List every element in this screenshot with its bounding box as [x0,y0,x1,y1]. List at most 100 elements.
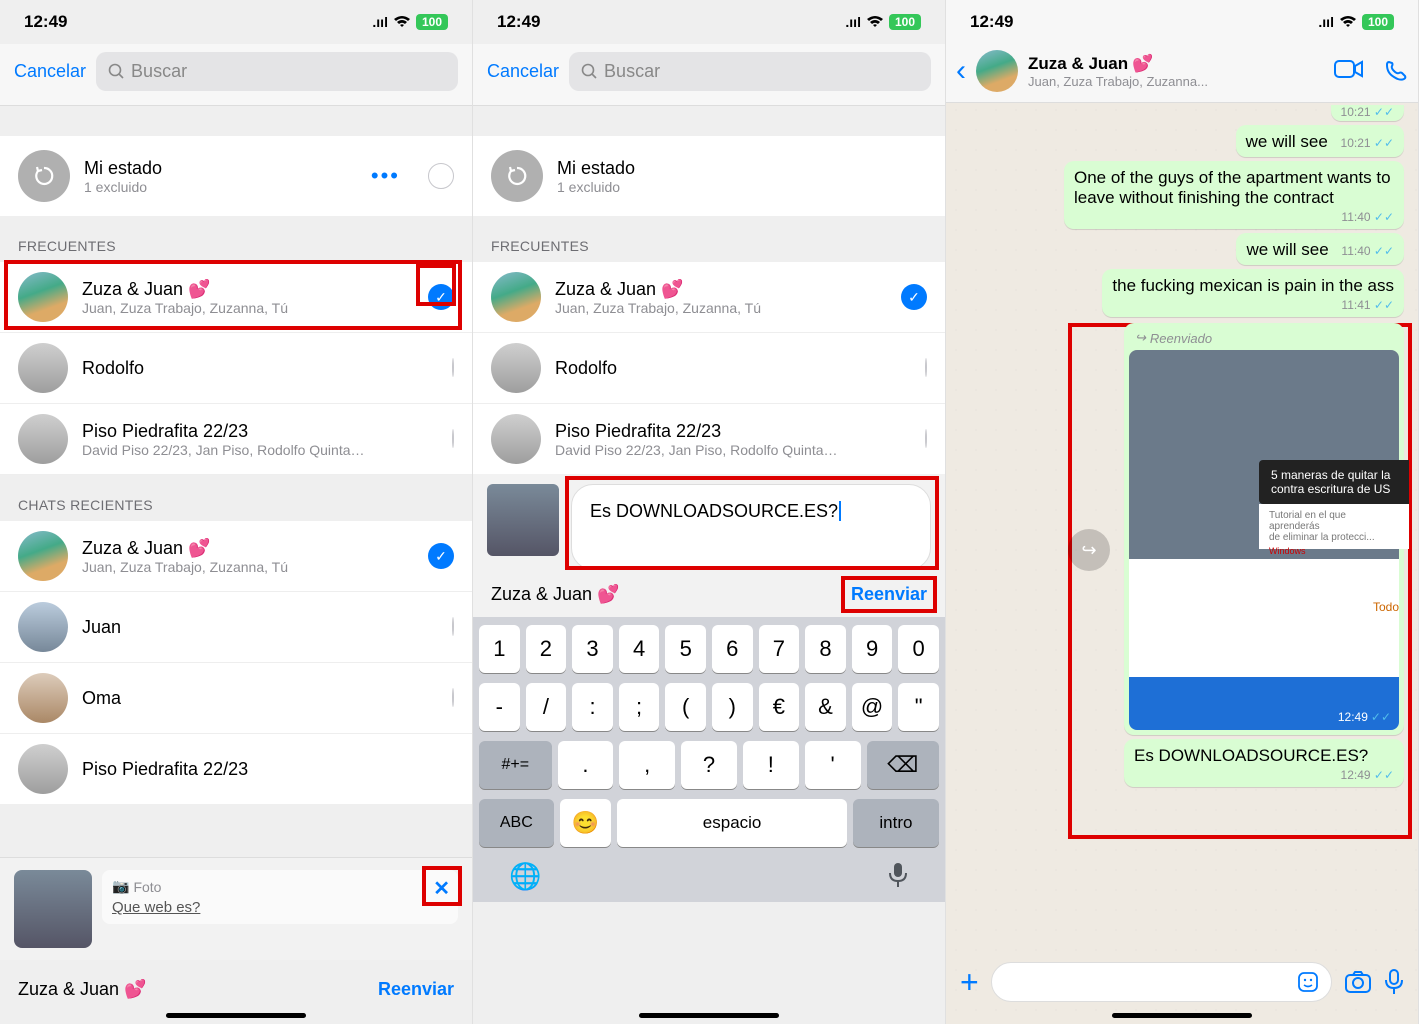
status-avatar-icon [491,150,543,202]
key[interactable]: 0 [898,625,939,673]
more-button[interactable]: ••• [371,163,400,189]
key-backspace[interactable]: ⌫ [867,741,940,789]
cancel-button[interactable]: Cancelar [487,61,559,82]
camera-button[interactable] [1344,970,1372,994]
contact-name: Zuza & Juan [82,279,183,300]
sticker-icon[interactable] [1297,971,1319,993]
select-ring[interactable] [452,358,454,377]
key[interactable]: 4 [619,625,660,673]
contact-row[interactable]: Zuza & Juan 💕 Juan, Zuza Trabajo, Zuzann… [0,521,472,592]
caption-thumbnail [487,484,559,556]
caption-input[interactable]: Es DOWNLOADSOURCE.ES? [571,484,931,570]
video-call-icon[interactable] [1334,59,1364,83]
contact-row[interactable]: Rodolfo [0,333,472,404]
message-cut: 10:21 ✓✓ [1331,105,1404,121]
contact-row[interactable]: Piso Piedrafita 22/23 David Piso 22/23, … [473,404,945,474]
home-indicator [166,1013,306,1018]
key[interactable]: - [479,683,520,731]
key[interactable]: / [526,683,567,731]
message-text: the fucking mexican is pain in the ass [1112,276,1394,296]
key[interactable]: ? [681,741,737,789]
key[interactable]: ( [665,683,706,731]
key-symbols[interactable]: #+= [479,741,552,789]
contact-row[interactable]: Zuza & Juan 💕 Juan, Zuza Trabajo, Zuzann… [473,262,945,333]
key[interactable]: 9 [852,625,893,673]
key[interactable]: ! [743,741,799,789]
key[interactable]: € [759,683,800,731]
key[interactable]: 6 [712,625,753,673]
close-reply-button[interactable]: ✕ [433,876,450,901]
key[interactable]: 3 [572,625,613,673]
message-bubble[interactable]: we will see 11:40 ✓✓ [1236,233,1404,265]
image-todo: Todo [1259,600,1409,614]
forward-button[interactable]: Reenviar [378,979,454,1000]
audio-call-icon[interactable] [1384,59,1408,83]
key-emoji[interactable]: 😊 [560,799,612,847]
select-ring[interactable] [452,617,454,636]
contact-name: Juan [82,617,121,638]
key[interactable]: : [572,683,613,731]
select-ring[interactable] [925,429,927,448]
select-ring[interactable] [925,358,927,377]
globe-icon[interactable]: 🌐 [509,861,541,892]
select-ring[interactable] [452,688,454,707]
attach-button[interactable]: + [960,964,979,1001]
mic-icon[interactable] [887,861,909,892]
key-enter[interactable]: intro [853,799,939,847]
forward-icon[interactable]: ↪ [1068,529,1110,571]
key[interactable]: 8 [805,625,846,673]
contact-row[interactable]: Zuza & Juan 💕 Juan, Zuza Trabajo, Zuzann… [0,262,472,333]
key[interactable]: ) [712,683,753,731]
select-ring[interactable] [428,163,454,189]
key[interactable]: @ [852,683,893,731]
my-status-row[interactable]: Mi estado 1 excluido ••• [0,136,472,216]
avatar[interactable] [976,50,1018,92]
message-bubble[interactable]: Es DOWNLOADSOURCE.ES? 12:49 ✓✓ [1124,739,1404,787]
key[interactable]: ' [805,741,861,789]
message-bubble[interactable]: the fucking mexican is pain in the ass 1… [1102,269,1404,317]
message-bubble[interactable]: One of the guys of the apartment wants t… [1064,161,1404,229]
forwarded-label: Reenviado [1150,331,1212,346]
contact-name: Rodolfo [82,358,144,379]
search-input[interactable]: Buscar [569,52,931,91]
key[interactable]: 7 [759,625,800,673]
search-header: Cancelar Buscar [0,44,472,106]
forward-caption-panel: 12:49 .ııl 100 Cancelar Buscar Mi estado… [473,0,946,1024]
contact-name: Zuza & Juan [82,538,183,559]
contact-row[interactable]: Piso Piedrafita 22/23 David Piso 22/23, … [0,404,472,475]
message-bubble[interactable]: we will see 10:21 ✓✓ [1236,125,1404,157]
avatar [491,414,541,464]
message-input[interactable] [991,962,1332,1002]
search-input[interactable]: Buscar [96,52,458,91]
forward-button[interactable]: Reenviar [851,584,927,604]
cancel-button[interactable]: Cancelar [14,61,86,82]
forwarded-image[interactable]: 5 maneras de quitar lacontra escritura d… [1129,350,1399,730]
key-abc[interactable]: ABC [479,799,554,847]
key[interactable]: 1 [479,625,520,673]
select-ring[interactable] [452,429,454,448]
image-subtitle: Tutorial en el que aprenderásde eliminar… [1259,504,1409,549]
key[interactable]: . [558,741,614,789]
key[interactable]: ; [619,683,660,731]
status-time: 12:49 [24,12,67,32]
my-status-row[interactable]: Mi estado 1 excluido [473,136,945,216]
contact-row[interactable]: Juan [0,592,472,663]
key[interactable]: " [898,683,939,731]
key[interactable]: , [619,741,675,789]
contact-row[interactable]: Piso Piedrafita 22/23 [0,734,472,804]
key[interactable]: 5 [665,625,706,673]
reply-label: Foto [133,879,161,895]
chat-title-block[interactable]: Zuza & Juan 💕 Juan, Zuza Trabajo, Zuzann… [1028,54,1208,89]
key-space[interactable]: espacio [617,799,847,847]
image-message-bubble[interactable]: ↪ ↪Reenviado 5 maneras de quitar lacontr… [1124,323,1404,735]
key[interactable]: 2 [526,625,567,673]
contact-row[interactable]: Rodolfo [473,333,945,404]
key[interactable]: & [805,683,846,731]
contact-row[interactable]: Oma [0,663,472,734]
hearts-emoji: 💕 [1132,54,1153,74]
back-button[interactable]: ‹ [956,54,966,88]
mic-button[interactable] [1384,968,1404,996]
keyboard[interactable]: 1 2 3 4 5 6 7 8 9 0 - / : ; ( ) € & @ " … [473,617,945,902]
home-indicator [639,1013,779,1018]
contact-name: Piso Piedrafita 22/23 [82,421,372,442]
